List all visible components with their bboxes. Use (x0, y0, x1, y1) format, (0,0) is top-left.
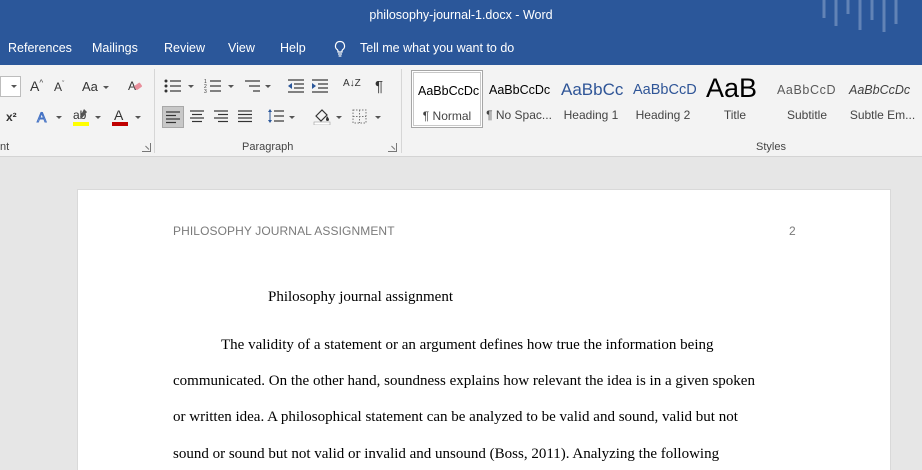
lightbulb-icon (334, 40, 346, 57)
title-bar: philosophy-journal-1.docx - Word (0, 0, 922, 32)
bullets-icon[interactable] (164, 78, 182, 94)
font-dialog-launcher-icon[interactable] (142, 143, 151, 152)
window-title: philosophy-journal-1.docx - Word (369, 8, 553, 22)
chevron-down-icon (228, 85, 234, 88)
chevron-down-icon (135, 116, 141, 119)
align-left-icon (166, 111, 180, 124)
document-page[interactable]: PHILOSOPHY JOURNAL ASSIGNMENT 2 Philosop… (77, 189, 891, 470)
style-no-spacing[interactable]: AaBbCcDc ¶ No Spac... (483, 70, 555, 128)
group-divider (401, 69, 402, 153)
tab-view[interactable]: View (228, 41, 255, 55)
chevron-down-icon (289, 116, 295, 119)
justify-icon[interactable] (237, 109, 253, 123)
ribbon-tabs: References Mailings Review View Help Tel… (0, 32, 922, 65)
style-sample: AaBbCcDc (489, 83, 551, 97)
tab-references[interactable]: References (8, 41, 72, 55)
text-effects-icon[interactable]: A (35, 109, 51, 125)
body-line: The validity of a statement or an argume… (221, 337, 714, 353)
style-sample: AaBbCc (561, 80, 624, 99)
show-formatting-button[interactable]: ¶ (375, 79, 383, 94)
text-highlight-icon[interactable]: ab (72, 107, 90, 127)
styles-gallery: AaBbCcDc ¶ Normal AaBbCcDc ¶ No Spac... … (410, 70, 922, 132)
superscript-button[interactable]: x² (6, 111, 17, 123)
style-sample: AaB (706, 73, 758, 103)
page-number: 2 (789, 224, 796, 238)
ribbon: A^ Aˇ Aa A x² A ab A nt 123 A↓Z ¶ Paragr… (0, 65, 922, 157)
tab-help[interactable]: Help (280, 41, 306, 55)
style-normal[interactable]: AaBbCcDc ¶ Normal (411, 70, 483, 128)
style-title[interactable]: AaB Title (699, 70, 771, 128)
decorative-pattern (822, 0, 898, 32)
chevron-down-icon (375, 116, 381, 119)
shading-icon[interactable] (313, 107, 331, 125)
chevron-down-icon (11, 85, 17, 88)
style-name: Heading 1 (563, 108, 619, 122)
clear-formatting-icon[interactable]: A (127, 78, 143, 94)
font-group-label: nt (0, 141, 10, 153)
style-name: ¶ No Spac... (486, 108, 552, 122)
multilevel-list-icon[interactable] (243, 78, 261, 94)
increase-indent-icon[interactable] (311, 78, 329, 94)
style-name: Subtitle (786, 108, 828, 122)
style-sample: AaBbCcDc (418, 84, 480, 98)
line-spacing-icon[interactable] (267, 108, 285, 124)
font-size-dropdown[interactable] (0, 76, 21, 97)
svg-text:A: A (114, 107, 124, 123)
svg-text:A: A (37, 109, 47, 125)
body-line: communicated. On the other hand, soundne… (173, 373, 755, 389)
style-subtle-emphasis[interactable]: AaBbCcDc Subtle Em... (843, 70, 922, 128)
paragraph-dialog-launcher-icon[interactable] (388, 143, 397, 152)
group-divider (154, 69, 155, 153)
style-subtitle[interactable]: AaBbCcD Subtitle (771, 70, 843, 128)
body-line: or written idea. A philosophical stateme… (173, 409, 738, 425)
body-line: sound or sound but not valid or invalid … (173, 446, 720, 462)
style-name: Heading 2 (635, 108, 691, 122)
align-center-icon[interactable] (189, 109, 205, 123)
borders-icon[interactable] (352, 109, 367, 124)
tell-me-search[interactable]: Tell me what you want to do (360, 41, 514, 55)
chevron-down-icon (56, 116, 62, 119)
shrink-font-icon[interactable]: Aˇ (54, 81, 64, 93)
style-name: ¶ Normal (422, 109, 472, 123)
style-name: Title (723, 108, 747, 122)
style-sample: AaBbCcDc (849, 83, 911, 97)
tab-mailings[interactable]: Mailings (92, 41, 138, 55)
style-heading-2[interactable]: AaBbCcD Heading 2 (627, 70, 699, 128)
numbering-icon[interactable]: 123 (204, 78, 222, 94)
grow-font-icon[interactable]: A^ (30, 79, 43, 93)
chevron-down-icon (188, 85, 194, 88)
svg-text:3: 3 (204, 89, 207, 94)
tab-review[interactable]: Review (164, 41, 205, 55)
sort-button[interactable]: A↓Z (343, 79, 361, 89)
chevron-down-icon (95, 116, 101, 119)
style-sample: AaBbCcD (777, 83, 837, 97)
page-header: PHILOSOPHY JOURNAL ASSIGNMENT (173, 224, 395, 238)
align-right-icon[interactable] (213, 109, 229, 123)
style-heading-1[interactable]: AaBbCc Heading 1 (555, 70, 627, 128)
paragraph-group-label: Paragraph (242, 141, 294, 153)
align-left-button[interactable] (162, 106, 184, 128)
document-title: Philosophy journal assignment (268, 289, 453, 305)
chevron-down-icon (336, 116, 342, 119)
font-color-icon[interactable]: A (111, 107, 129, 127)
change-case-button[interactable]: Aa (82, 80, 98, 93)
chevron-down-icon (103, 86, 109, 89)
styles-group-label: Styles (756, 141, 786, 153)
chevron-down-icon (265, 85, 271, 88)
style-name: Subtle Em... (849, 108, 916, 122)
style-sample: AaBbCcD (633, 82, 697, 98)
decrease-indent-icon[interactable] (287, 78, 305, 94)
